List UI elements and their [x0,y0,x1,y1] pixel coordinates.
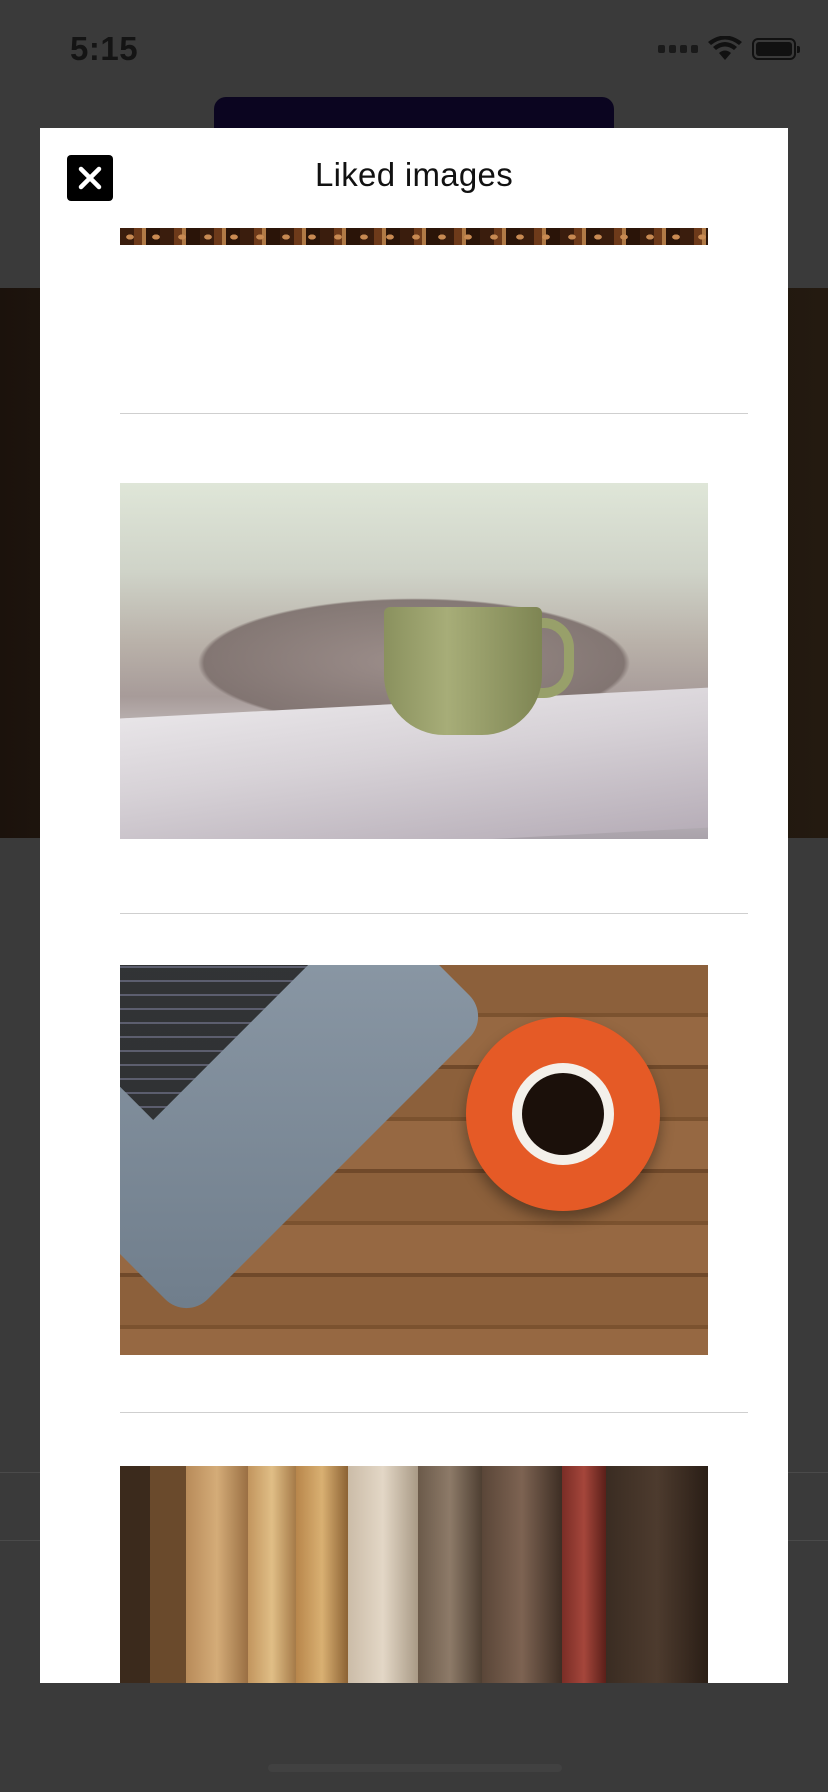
liked-image-coffee-beans[interactable] [120,228,708,245]
home-indicator [268,1764,562,1772]
status-time: 5:15 [70,30,139,67]
modal-header: Liked images [40,128,788,228]
cellular-signal-icon [658,45,698,53]
list-divider [120,1412,748,1413]
list-divider [120,913,748,914]
status-bar: 5:15 [0,0,828,100]
battery-icon [752,38,800,60]
modal-title: Liked images [314,156,514,193]
list-divider [120,413,748,414]
liked-image-tea-cup-book[interactable] [120,483,708,839]
wifi-icon [708,36,742,60]
liked-images-list[interactable] [40,228,788,1683]
status-icons [658,36,800,62]
liked-images-modal: Liked images [40,128,788,1683]
liked-image-laptop-coffee[interactable] [120,965,708,1355]
liked-image-old-books[interactable] [120,1466,708,1683]
